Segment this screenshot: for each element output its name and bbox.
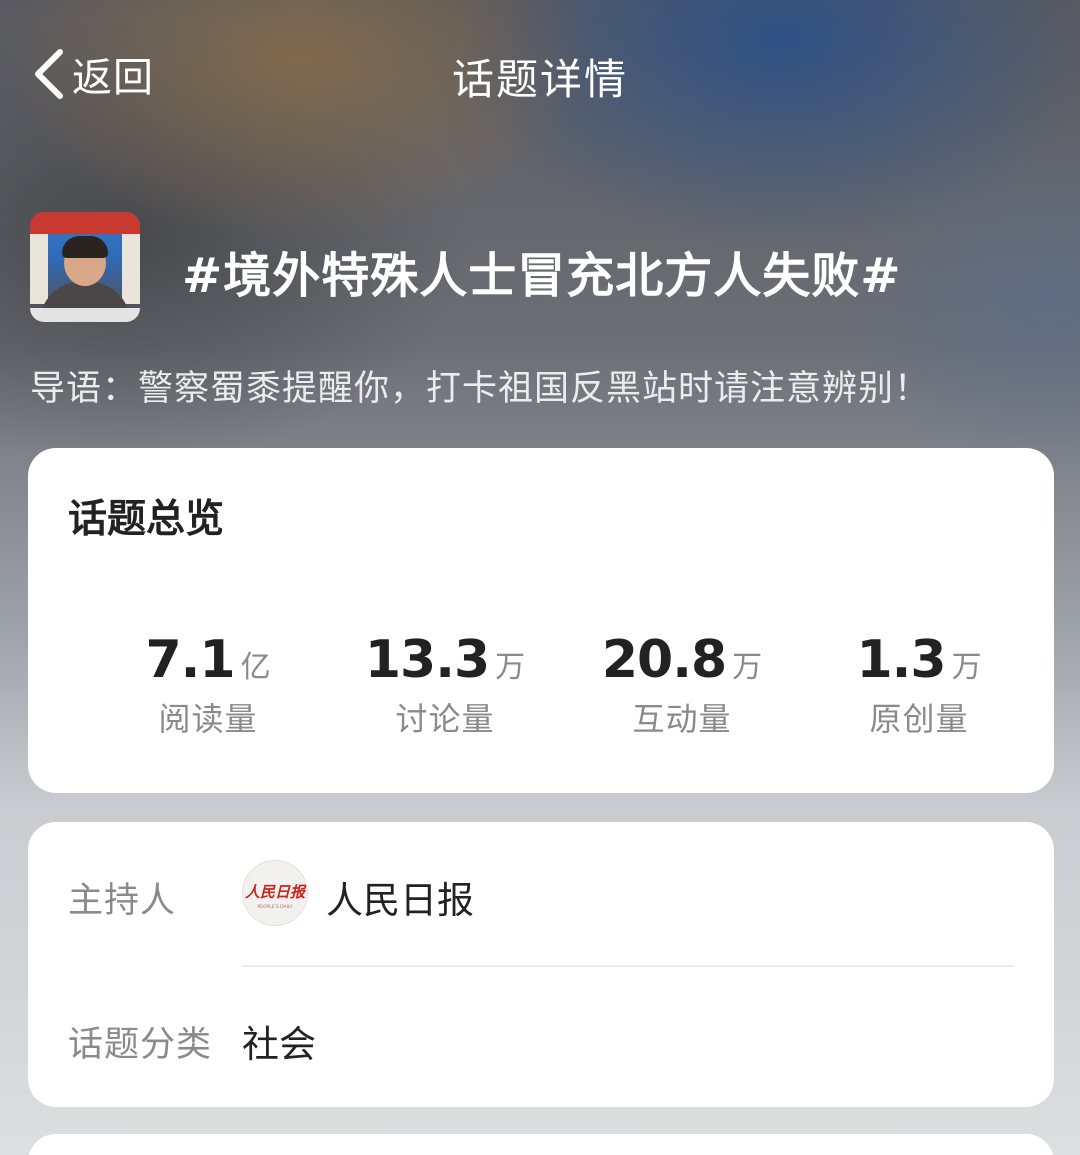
stat-value: 20.8 (601, 630, 727, 690)
peoples-daily-logo-icon: 人民日报 PEOPLE'S DAILY (245, 883, 307, 910)
stat-unit: 万 (732, 650, 763, 685)
topic-detail-page: 返回 话题详情 #境外特殊人士冒充北方人失败# 导语：警察蜀黍提醒你，打卡祖国反… (0, 0, 1080, 1155)
overview-card: 话题总览 7.1 亿 阅读量 13.3 万 讨论量 20.8 万 互动量 1.3… (28, 448, 1054, 793)
overview-title: 话题总览 (68, 497, 225, 542)
stats-row: 7.1 亿 阅读量 13.3 万 讨论量 20.8 万 互动量 1.3 万 原创… (28, 628, 1054, 748)
stat-reads: 7.1 亿 阅读量 (88, 628, 328, 740)
avatar-logo-subtext: PEOPLE'S DAILY (257, 904, 292, 910)
page-title: 话题详情 (451, 55, 628, 104)
avatar-logo-text: 人民日报 (245, 883, 307, 901)
stat-value: 13.3 (364, 630, 490, 690)
stat-unit: 万 (495, 650, 526, 685)
topic-lead: 导语：警察蜀黍提醒你，打卡祖国反黑站时请注意辨别！ (30, 369, 931, 409)
thumb-figure-left (30, 234, 48, 304)
thumb-banner (30, 212, 140, 234)
next-card (28, 1134, 1054, 1155)
host-label: 主持人 (68, 881, 177, 921)
header-bar: 返回 话题详情 (0, 0, 1080, 150)
stat-label: 原创量 (869, 700, 969, 738)
stat-unit: 万 (951, 650, 982, 685)
thumb-caption-strip (30, 308, 140, 322)
topic-thumbnail[interactable] (30, 212, 140, 322)
host-name[interactable]: 人民日报 (326, 870, 474, 924)
category-label: 话题分类 (68, 1025, 213, 1065)
stat-label: 阅读量 (158, 700, 258, 738)
thumb-figure-right (122, 234, 140, 304)
stat-value: 7.1 (145, 630, 235, 690)
stat-value: 1.3 (856, 630, 946, 690)
topic-title: #境外特殊人士冒充北方人失败# (182, 248, 902, 304)
host-avatar[interactable]: 人民日报 PEOPLE'S DAILY (242, 860, 308, 926)
stat-label: 讨论量 (395, 700, 495, 738)
stat-discussions: 13.3 万 讨论量 (325, 628, 565, 740)
thumb-person-hair (62, 236, 108, 258)
stat-unit: 亿 (240, 650, 271, 685)
row-divider (242, 965, 1014, 967)
stat-interactions: 20.8 万 互动量 (562, 628, 802, 740)
category-value: 社会 (242, 1023, 316, 1066)
stat-label: 互动量 (632, 700, 732, 738)
topic-info-card: 主持人 人民日报 PEOPLE'S DAILY 人民日报 话题分类 社会 (28, 822, 1054, 1107)
stat-originals: 1.3 万 原创量 (799, 628, 1039, 740)
